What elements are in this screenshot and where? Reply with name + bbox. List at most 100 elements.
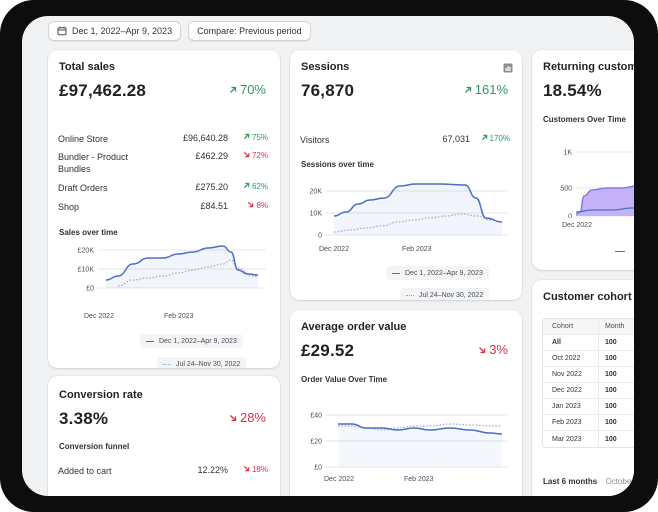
footer-extra: October bbox=[605, 477, 634, 486]
change-value: 18% bbox=[251, 465, 268, 474]
cohort-value: 100 bbox=[598, 383, 634, 398]
sessions-chart: 20K 10K 0 bbox=[310, 183, 508, 240]
date-range-label: Dec 1, 2022–Apr 9, 2023 bbox=[72, 26, 173, 36]
conversion-rate-card[interactable]: Conversion rate 3.38% 28% Conversion fun… bbox=[48, 376, 280, 496]
y-tick: 10K bbox=[310, 211, 323, 218]
cohort-label: All bbox=[552, 339, 561, 346]
table-row[interactable]: Feb 2023 100 bbox=[543, 415, 634, 431]
change-value: 170% bbox=[489, 134, 510, 143]
x-tick: Dec 2022 bbox=[84, 313, 114, 320]
x-tick: Dec 2022 bbox=[319, 246, 349, 253]
aov-delta: 3% bbox=[478, 342, 508, 357]
arrow-down-right-icon bbox=[247, 201, 254, 210]
table-row[interactable]: All 100 bbox=[543, 335, 634, 351]
date-range-button[interactable]: Dec 1, 2022–Apr 9, 2023 bbox=[48, 21, 182, 41]
cohort-value: 100 bbox=[598, 351, 634, 366]
legend-label: Dec 1, 2022–Apr 9, 2023 bbox=[159, 337, 237, 345]
sessions-delta: 161% bbox=[464, 82, 508, 97]
arrow-up-right-icon bbox=[243, 182, 250, 191]
table-row[interactable]: Jan 2023 100 bbox=[543, 399, 634, 415]
row-label: Added to cart bbox=[58, 466, 112, 476]
table-row[interactable]: Dec 2022 100 bbox=[543, 383, 634, 399]
footer-label: Last 6 months bbox=[543, 477, 598, 486]
change-value: 8% bbox=[256, 201, 268, 210]
card-title: Total sales bbox=[59, 61, 116, 73]
arrow-up-right-icon bbox=[229, 82, 237, 97]
arrow-down-right-icon bbox=[478, 342, 486, 357]
y-tick: £20 bbox=[310, 439, 322, 446]
y-tick: 20K bbox=[310, 189, 323, 196]
returning-value: 18.54% bbox=[543, 81, 602, 100]
sessions-card[interactable]: Sessions 76,870 161% Visitors 67,031 170… bbox=[290, 50, 522, 300]
row-value: £462.29 bbox=[195, 151, 228, 161]
row-value: 67,031 bbox=[442, 134, 470, 144]
table-row[interactable]: Oct 2022 100 bbox=[543, 351, 634, 367]
sessions-value: 76,870 bbox=[301, 81, 355, 100]
y-tick: £20K bbox=[78, 248, 95, 255]
customer-cohort-card[interactable]: Customer cohort analysis Cohort Month Al… bbox=[532, 280, 634, 496]
table-header: Cohort Month bbox=[543, 319, 634, 335]
conversion-delta: 28% bbox=[229, 410, 266, 425]
cohort-value: 100 bbox=[598, 399, 634, 414]
device-frame: Dec 1, 2022–Apr 9, 2023 Compare: Previou… bbox=[0, 0, 658, 512]
table-row[interactable]: Nov 2022 100 bbox=[543, 367, 634, 383]
cohort-label: Dec 2022 bbox=[552, 387, 582, 394]
legend-swatch bbox=[615, 251, 625, 252]
row-change: 170% bbox=[481, 134, 510, 143]
row-label: Online Store bbox=[58, 134, 109, 144]
legend-label: Jul 24–Nov 30, 2022 bbox=[419, 291, 484, 299]
total-sales-card[interactable]: Total sales £97,462.28 70% Online Store £… bbox=[48, 50, 280, 368]
y-tick: 500 bbox=[560, 186, 572, 193]
delta-value: 28% bbox=[239, 410, 266, 425]
legend-swatch bbox=[392, 272, 400, 274]
row-label: Visitors bbox=[300, 135, 330, 145]
card-title: Average order value bbox=[301, 321, 407, 333]
arrow-up-right-icon bbox=[464, 82, 472, 97]
row-label: Bundler - Product Bundles bbox=[58, 152, 129, 174]
arrow-down-right-icon bbox=[243, 465, 250, 474]
cohort-value: 100 bbox=[598, 415, 634, 430]
compare-button[interactable]: Compare: Previous period bbox=[188, 21, 311, 41]
y-tick: 0 bbox=[568, 214, 572, 219]
y-tick: £40 bbox=[310, 413, 322, 420]
cohort-value: 100 bbox=[598, 431, 634, 447]
arrow-down-right-icon bbox=[229, 410, 237, 425]
average-order-value-card[interactable]: Average order value £29.52 3% Order Valu… bbox=[290, 310, 522, 496]
card-title: Conversion rate bbox=[59, 389, 143, 401]
row-label: Shop bbox=[58, 202, 80, 212]
total-sales-delta: 70% bbox=[229, 82, 266, 97]
series-area bbox=[334, 184, 502, 235]
delta-value: 3% bbox=[489, 342, 508, 357]
legend-previous: Jul 24–Nov 30, 2022 bbox=[157, 357, 247, 368]
card-title: Customer cohort analysis bbox=[543, 291, 634, 303]
y-tick: 1K bbox=[563, 150, 572, 157]
y-tick: 0 bbox=[318, 233, 322, 240]
arrow-up-right-icon bbox=[481, 134, 488, 143]
chart-title: Order Value Over Time bbox=[301, 375, 388, 384]
change-value: 72% bbox=[251, 151, 268, 160]
arrow-down-right-icon bbox=[243, 151, 250, 160]
delta-value: 161% bbox=[474, 82, 508, 97]
returning-chart: 1K 500 0 bbox=[560, 150, 634, 219]
cohort-value: 100 bbox=[598, 367, 634, 382]
y-tick: £10K bbox=[78, 267, 95, 274]
returning-customer-card[interactable]: Returning customer rate 18.54% Customers… bbox=[532, 50, 634, 270]
cohort-label: Nov 2022 bbox=[552, 371, 582, 378]
cohort-table: Cohort Month All 100 Oct 2022 100 Nov 2022 10… bbox=[542, 318, 634, 448]
cohort-label: Mar 2023 bbox=[552, 435, 582, 443]
total-sales-value: £97,462.28 bbox=[59, 81, 147, 100]
x-tick: Feb 2023 bbox=[164, 313, 194, 320]
calendar-icon bbox=[57, 26, 67, 36]
series-area bbox=[106, 246, 258, 288]
legend-previous: Jul 24–Nov 30, 2022 bbox=[400, 288, 490, 300]
table-row[interactable]: Mar 2023 100 bbox=[543, 431, 634, 447]
cohort-footer: Last 6 months October bbox=[543, 477, 634, 486]
cohort-label: Feb 2023 bbox=[552, 419, 582, 426]
row-value: £96,640.28 bbox=[182, 133, 228, 143]
chart-type-icon[interactable] bbox=[503, 60, 513, 78]
cohort-label: Jan 2023 bbox=[552, 403, 581, 410]
card-title: Sessions bbox=[301, 61, 350, 73]
chart-title: Customers Over Time bbox=[543, 115, 626, 124]
x-tick: Feb 2023 bbox=[404, 476, 434, 483]
aov-chart: £40 £20 £0 bbox=[310, 413, 508, 470]
